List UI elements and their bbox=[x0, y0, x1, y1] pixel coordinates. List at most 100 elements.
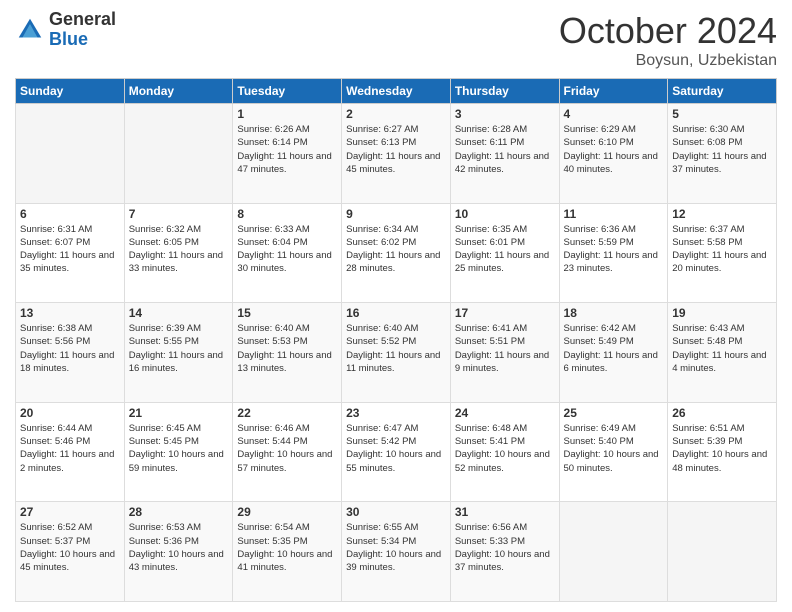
day-info: Sunrise: 6:45 AM Sunset: 5:45 PM Dayligh… bbox=[129, 422, 229, 475]
calendar-cell: 30 Sunrise: 6:55 AM Sunset: 5:34 PM Dayli… bbox=[342, 502, 451, 602]
day-info: Sunrise: 6:39 AM Sunset: 5:55 PM Dayligh… bbox=[129, 322, 229, 375]
calendar-cell bbox=[16, 104, 125, 204]
calendar-cell: 23 Sunrise: 6:47 AM Sunset: 5:42 PM Dayli… bbox=[342, 402, 451, 502]
calendar-cell: 6 Sunrise: 6:31 AM Sunset: 6:07 PM Daylig… bbox=[16, 203, 125, 303]
day-number: 12 bbox=[672, 207, 772, 221]
header: General Blue October 2024 Boysun, Uzbeki… bbox=[15, 10, 777, 70]
day-number: 17 bbox=[455, 306, 555, 320]
calendar-cell: 28 Sunrise: 6:53 AM Sunset: 5:36 PM Dayli… bbox=[124, 502, 233, 602]
calendar-header-thursday: Thursday bbox=[450, 79, 559, 104]
calendar-header-wednesday: Wednesday bbox=[342, 79, 451, 104]
day-number: 30 bbox=[346, 505, 446, 519]
day-number: 23 bbox=[346, 406, 446, 420]
logo-blue-text: Blue bbox=[49, 30, 116, 50]
day-number: 25 bbox=[564, 406, 664, 420]
calendar-cell: 11 Sunrise: 6:36 AM Sunset: 5:59 PM Dayli… bbox=[559, 203, 668, 303]
day-number: 21 bbox=[129, 406, 229, 420]
day-info: Sunrise: 6:55 AM Sunset: 5:34 PM Dayligh… bbox=[346, 521, 446, 574]
day-info: Sunrise: 6:40 AM Sunset: 5:53 PM Dayligh… bbox=[237, 322, 337, 375]
day-info: Sunrise: 6:26 AM Sunset: 6:14 PM Dayligh… bbox=[237, 123, 337, 176]
month-title: October 2024 bbox=[559, 10, 777, 52]
calendar-cell: 18 Sunrise: 6:42 AM Sunset: 5:49 PM Dayli… bbox=[559, 303, 668, 403]
day-number: 14 bbox=[129, 306, 229, 320]
day-info: Sunrise: 6:33 AM Sunset: 6:04 PM Dayligh… bbox=[237, 223, 337, 276]
day-info: Sunrise: 6:48 AM Sunset: 5:41 PM Dayligh… bbox=[455, 422, 555, 475]
day-info: Sunrise: 6:41 AM Sunset: 5:51 PM Dayligh… bbox=[455, 322, 555, 375]
day-number: 31 bbox=[455, 505, 555, 519]
day-number: 5 bbox=[672, 107, 772, 121]
day-number: 18 bbox=[564, 306, 664, 320]
calendar-cell: 12 Sunrise: 6:37 AM Sunset: 5:58 PM Dayli… bbox=[668, 203, 777, 303]
calendar-cell: 13 Sunrise: 6:38 AM Sunset: 5:56 PM Dayli… bbox=[16, 303, 125, 403]
day-number: 11 bbox=[564, 207, 664, 221]
day-info: Sunrise: 6:36 AM Sunset: 5:59 PM Dayligh… bbox=[564, 223, 664, 276]
calendar-cell bbox=[124, 104, 233, 204]
calendar-cell: 24 Sunrise: 6:48 AM Sunset: 5:41 PM Dayli… bbox=[450, 402, 559, 502]
calendar-cell: 8 Sunrise: 6:33 AM Sunset: 6:04 PM Daylig… bbox=[233, 203, 342, 303]
day-number: 10 bbox=[455, 207, 555, 221]
day-info: Sunrise: 6:31 AM Sunset: 6:07 PM Dayligh… bbox=[20, 223, 120, 276]
calendar-header-friday: Friday bbox=[559, 79, 668, 104]
calendar-cell: 7 Sunrise: 6:32 AM Sunset: 6:05 PM Daylig… bbox=[124, 203, 233, 303]
day-info: Sunrise: 6:44 AM Sunset: 5:46 PM Dayligh… bbox=[20, 422, 120, 475]
logo: General Blue bbox=[15, 10, 116, 50]
day-info: Sunrise: 6:52 AM Sunset: 5:37 PM Dayligh… bbox=[20, 521, 120, 574]
location: Boysun, Uzbekistan bbox=[559, 52, 777, 70]
day-number: 6 bbox=[20, 207, 120, 221]
day-number: 29 bbox=[237, 505, 337, 519]
calendar: SundayMondayTuesdayWednesdayThursdayFrid… bbox=[15, 78, 777, 602]
calendar-header-tuesday: Tuesday bbox=[233, 79, 342, 104]
page: General Blue October 2024 Boysun, Uzbeki… bbox=[0, 0, 792, 612]
calendar-cell: 10 Sunrise: 6:35 AM Sunset: 6:01 PM Dayli… bbox=[450, 203, 559, 303]
calendar-cell bbox=[559, 502, 668, 602]
calendar-cell: 2Sunrise: 6:27 AM Sunset: 6:13 PM Daylig… bbox=[342, 104, 451, 204]
day-info: Sunrise: 6:35 AM Sunset: 6:01 PM Dayligh… bbox=[455, 223, 555, 276]
day-number: 24 bbox=[455, 406, 555, 420]
calendar-cell: 15 Sunrise: 6:40 AM Sunset: 5:53 PM Dayli… bbox=[233, 303, 342, 403]
day-info: Sunrise: 6:32 AM Sunset: 6:05 PM Dayligh… bbox=[129, 223, 229, 276]
day-info: Sunrise: 6:30 AM Sunset: 6:08 PM Dayligh… bbox=[672, 123, 772, 176]
day-number: 8 bbox=[237, 207, 337, 221]
day-number: 15 bbox=[237, 306, 337, 320]
calendar-cell: 20Sunrise: 6:44 AM Sunset: 5:46 PM Dayli… bbox=[16, 402, 125, 502]
day-number: 7 bbox=[129, 207, 229, 221]
day-info: Sunrise: 6:28 AM Sunset: 6:11 PM Dayligh… bbox=[455, 123, 555, 176]
calendar-cell: 26Sunrise: 6:51 AM Sunset: 5:39 PM Dayli… bbox=[668, 402, 777, 502]
calendar-header-row: SundayMondayTuesdayWednesdayThursdayFrid… bbox=[16, 79, 777, 104]
day-info: Sunrise: 6:49 AM Sunset: 5:40 PM Dayligh… bbox=[564, 422, 664, 475]
day-info: Sunrise: 6:42 AM Sunset: 5:49 PM Dayligh… bbox=[564, 322, 664, 375]
calendar-week-1: 6 Sunrise: 6:31 AM Sunset: 6:07 PM Daylig… bbox=[16, 203, 777, 303]
title-block: October 2024 Boysun, Uzbekistan bbox=[559, 10, 777, 70]
day-info: Sunrise: 6:47 AM Sunset: 5:42 PM Dayligh… bbox=[346, 422, 446, 475]
day-info: Sunrise: 6:46 AM Sunset: 5:44 PM Dayligh… bbox=[237, 422, 337, 475]
day-info: Sunrise: 6:37 AM Sunset: 5:58 PM Dayligh… bbox=[672, 223, 772, 276]
day-info: Sunrise: 6:34 AM Sunset: 6:02 PM Dayligh… bbox=[346, 223, 446, 276]
calendar-week-3: 20Sunrise: 6:44 AM Sunset: 5:46 PM Dayli… bbox=[16, 402, 777, 502]
day-number: 19 bbox=[672, 306, 772, 320]
day-info: Sunrise: 6:29 AM Sunset: 6:10 PM Dayligh… bbox=[564, 123, 664, 176]
day-number: 28 bbox=[129, 505, 229, 519]
day-info: Sunrise: 6:53 AM Sunset: 5:36 PM Dayligh… bbox=[129, 521, 229, 574]
day-number: 16 bbox=[346, 306, 446, 320]
day-number: 3 bbox=[455, 107, 555, 121]
day-number: 2 bbox=[346, 107, 446, 121]
day-number: 9 bbox=[346, 207, 446, 221]
calendar-header-saturday: Saturday bbox=[668, 79, 777, 104]
calendar-cell: 22Sunrise: 6:46 AM Sunset: 5:44 PM Dayli… bbox=[233, 402, 342, 502]
calendar-cell: 5 Sunrise: 6:30 AM Sunset: 6:08 PM Daylig… bbox=[668, 104, 777, 204]
calendar-cell: 4 Sunrise: 6:29 AM Sunset: 6:10 PM Daylig… bbox=[559, 104, 668, 204]
day-info: Sunrise: 6:43 AM Sunset: 5:48 PM Dayligh… bbox=[672, 322, 772, 375]
calendar-cell: 17 Sunrise: 6:41 AM Sunset: 5:51 PM Dayli… bbox=[450, 303, 559, 403]
day-number: 4 bbox=[564, 107, 664, 121]
logo-general-text: General bbox=[49, 10, 116, 30]
calendar-cell: 25 Sunrise: 6:49 AM Sunset: 5:40 PM Dayli… bbox=[559, 402, 668, 502]
day-info: Sunrise: 6:54 AM Sunset: 5:35 PM Dayligh… bbox=[237, 521, 337, 574]
calendar-cell: 27Sunrise: 6:52 AM Sunset: 5:37 PM Dayli… bbox=[16, 502, 125, 602]
calendar-week-0: 1Sunrise: 6:26 AM Sunset: 6:14 PM Daylig… bbox=[16, 104, 777, 204]
calendar-cell: 19 Sunrise: 6:43 AM Sunset: 5:48 PM Dayli… bbox=[668, 303, 777, 403]
day-info: Sunrise: 6:38 AM Sunset: 5:56 PM Dayligh… bbox=[20, 322, 120, 375]
logo-text: General Blue bbox=[49, 10, 116, 50]
day-number: 13 bbox=[20, 306, 120, 320]
calendar-cell: 9 Sunrise: 6:34 AM Sunset: 6:02 PM Daylig… bbox=[342, 203, 451, 303]
calendar-week-2: 13 Sunrise: 6:38 AM Sunset: 5:56 PM Dayli… bbox=[16, 303, 777, 403]
